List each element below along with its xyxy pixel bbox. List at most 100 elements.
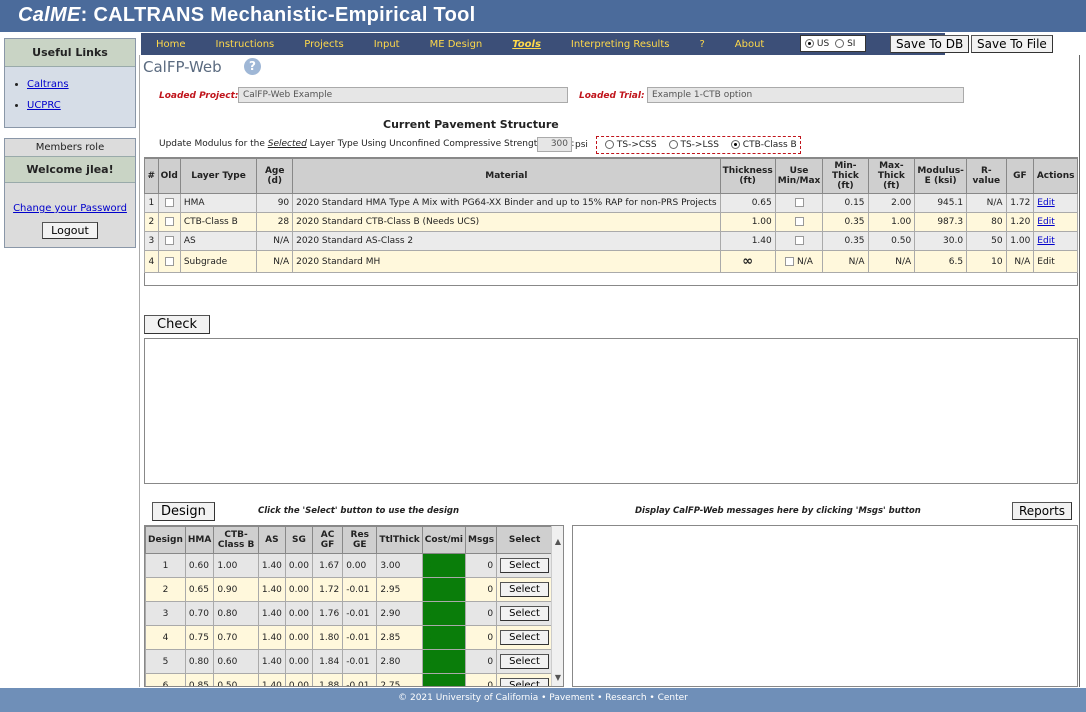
cell-gf: 1.20	[1005, 212, 1035, 232]
ucprc-link[interactable]: UCPRC	[27, 100, 61, 111]
col-ctb: CTB-Class B	[213, 526, 259, 554]
edit-link[interactable]: Edit	[1037, 236, 1054, 246]
select-button[interactable]: Select	[500, 678, 549, 686]
cell-num: 4	[144, 250, 159, 273]
radio-ts-lss-icon[interactable]	[668, 140, 678, 149]
minmax-cell	[774, 212, 824, 232]
use-minmax-checkbox[interactable]	[794, 217, 804, 226]
design-cell: 0	[464, 625, 498, 650]
design-cell: 1.76	[311, 601, 344, 626]
cell-min-thick: N/A	[822, 250, 869, 273]
design-cell: 1.00	[213, 553, 259, 578]
col-hma: HMA	[184, 526, 215, 554]
design-cell: 4	[145, 625, 186, 650]
nav-home[interactable]: Home	[141, 39, 201, 50]
nav-instructions[interactable]: Instructions	[201, 39, 290, 50]
select-button[interactable]: Select	[500, 582, 549, 597]
cell-thickness[interactable]: 1.40	[719, 231, 776, 251]
ctb-class-b-option[interactable]: CTB-Class B	[730, 140, 797, 150]
col-cost: Cost/mi	[421, 526, 467, 554]
action-cell: Edit	[1033, 231, 1078, 251]
help-icon[interactable]: ?	[244, 58, 261, 75]
design-scrollbar[interactable]: ▲ ▼	[551, 526, 563, 686]
design-button[interactable]: Design	[152, 502, 215, 521]
scroll-down-icon[interactable]: ▼	[552, 672, 563, 684]
nav-about[interactable]: About	[720, 39, 780, 50]
ts-lss-label: TS->LSS	[680, 140, 719, 150]
nav-interpreting-results[interactable]: Interpreting Results	[556, 39, 685, 50]
use-minmax-checkbox[interactable]	[794, 198, 804, 207]
old-checkbox[interactable]	[164, 236, 174, 245]
cell-material: 2020 Standard HMA Type A Mix with PG64-X…	[292, 193, 721, 213]
unit-us[interactable]: US	[805, 38, 829, 49]
design-row: 4 0.75 0.70 1.40 0.00 1.80 -0.01 2.85 0 0 Select	[145, 625, 553, 650]
nav-projects[interactable]: Projects	[289, 39, 358, 50]
cell-modulus: 945.1	[914, 193, 968, 213]
scroll-up-icon[interactable]: ▲	[552, 536, 563, 548]
design-cell: 1.72	[311, 577, 344, 602]
radio-ctb-icon[interactable]	[730, 140, 740, 149]
col-thickness: Thickness (ft)	[719, 158, 776, 194]
ts-css-option[interactable]: TS->CSS	[605, 140, 657, 150]
col-age: Age (d)	[256, 158, 294, 194]
select-button[interactable]: Select	[500, 654, 549, 669]
cell-modulus: 30.0	[914, 231, 968, 251]
select-cell: Select	[496, 601, 553, 626]
save-to-file-button[interactable]: Save To File	[971, 35, 1053, 53]
design-cell: -0.01	[342, 577, 378, 602]
cell-max-thick: 2.00	[867, 193, 916, 213]
edit-link[interactable]: Edit	[1037, 198, 1054, 208]
table-row: 1 HMA 90 2020 Standard HMA Type A Mix wi…	[144, 193, 1078, 213]
col-res-ge: Res GE	[342, 526, 378, 554]
col-as: AS	[257, 526, 286, 554]
ucs-text-selected: Selected	[267, 139, 307, 149]
logout-button[interactable]: Logout	[42, 222, 98, 239]
ucs-input[interactable]: 300	[537, 137, 572, 152]
save-to-db-button[interactable]: Save To DB	[890, 35, 970, 53]
design-header-row: Design HMA CTB-Class B AS SG AC GF Res G…	[145, 526, 553, 554]
old-checkbox[interactable]	[164, 198, 174, 207]
useful-links-box: Useful Links Caltrans UCPRC	[4, 38, 136, 128]
nav-help[interactable]: ?	[684, 39, 719, 50]
select-cell: Select	[496, 649, 553, 674]
edit-link[interactable]: Edit	[1037, 217, 1054, 227]
select-button[interactable]: Select	[500, 630, 549, 645]
ts-lss-option[interactable]: TS->LSS	[668, 140, 719, 150]
cell-thickness[interactable]: 1.00	[719, 212, 776, 232]
old-checkbox[interactable]	[164, 256, 174, 266]
nav-me-design[interactable]: ME Design	[415, 39, 498, 50]
ucs-instructions: Update Modulus for the Selected Layer Ty…	[159, 139, 574, 149]
cell-thickness[interactable]: 0.65	[719, 193, 776, 213]
nav-tools[interactable]: Tools	[497, 39, 556, 50]
edit-text[interactable]: Edit	[1037, 257, 1054, 267]
radio-us-icon[interactable]	[805, 38, 814, 48]
use-minmax-checkbox[interactable]	[794, 236, 804, 245]
old-checkbox[interactable]	[164, 217, 174, 226]
select-button[interactable]: Select	[500, 606, 549, 621]
unit-si[interactable]: SI	[835, 38, 856, 49]
app-header: CalME: CALTRANS Mechanistic-Empirical To…	[0, 0, 1086, 32]
msgs-hint: Display CalFP-Web messages here by click…	[635, 506, 921, 516]
use-minmax-checkbox[interactable]	[785, 256, 795, 266]
radio-ts-css-icon[interactable]	[605, 140, 614, 149]
cell-material: 2020 Standard CTB-Class B (Needs UCS)	[292, 212, 721, 232]
select-button[interactable]: Select	[500, 558, 549, 573]
design-cell: 0	[421, 625, 467, 650]
design-cell: 1.40	[257, 553, 286, 578]
radio-si-icon[interactable]	[835, 38, 845, 48]
change-password-link[interactable]: Change your Password	[5, 203, 135, 214]
check-button[interactable]: Check	[144, 315, 210, 334]
design-cell: 0.80	[213, 601, 259, 626]
structure-title: Current Pavement Structure	[383, 118, 559, 131]
cell-age: 28	[256, 212, 294, 232]
reports-button[interactable]: Reports	[1012, 502, 1073, 520]
design-cell: -0.01	[342, 625, 378, 650]
cell-layer: AS	[179, 231, 258, 251]
caltrans-link[interactable]: Caltrans	[27, 79, 69, 90]
unit-si-label: SI	[847, 38, 856, 49]
nav-input[interactable]: Input	[359, 39, 415, 50]
app-title-rest: : CALTRANS Mechanistic-Empirical Tool	[80, 4, 476, 26]
design-cell: 2.80	[376, 649, 423, 674]
content-border-left	[139, 55, 140, 687]
design-cell: 5	[145, 649, 186, 674]
